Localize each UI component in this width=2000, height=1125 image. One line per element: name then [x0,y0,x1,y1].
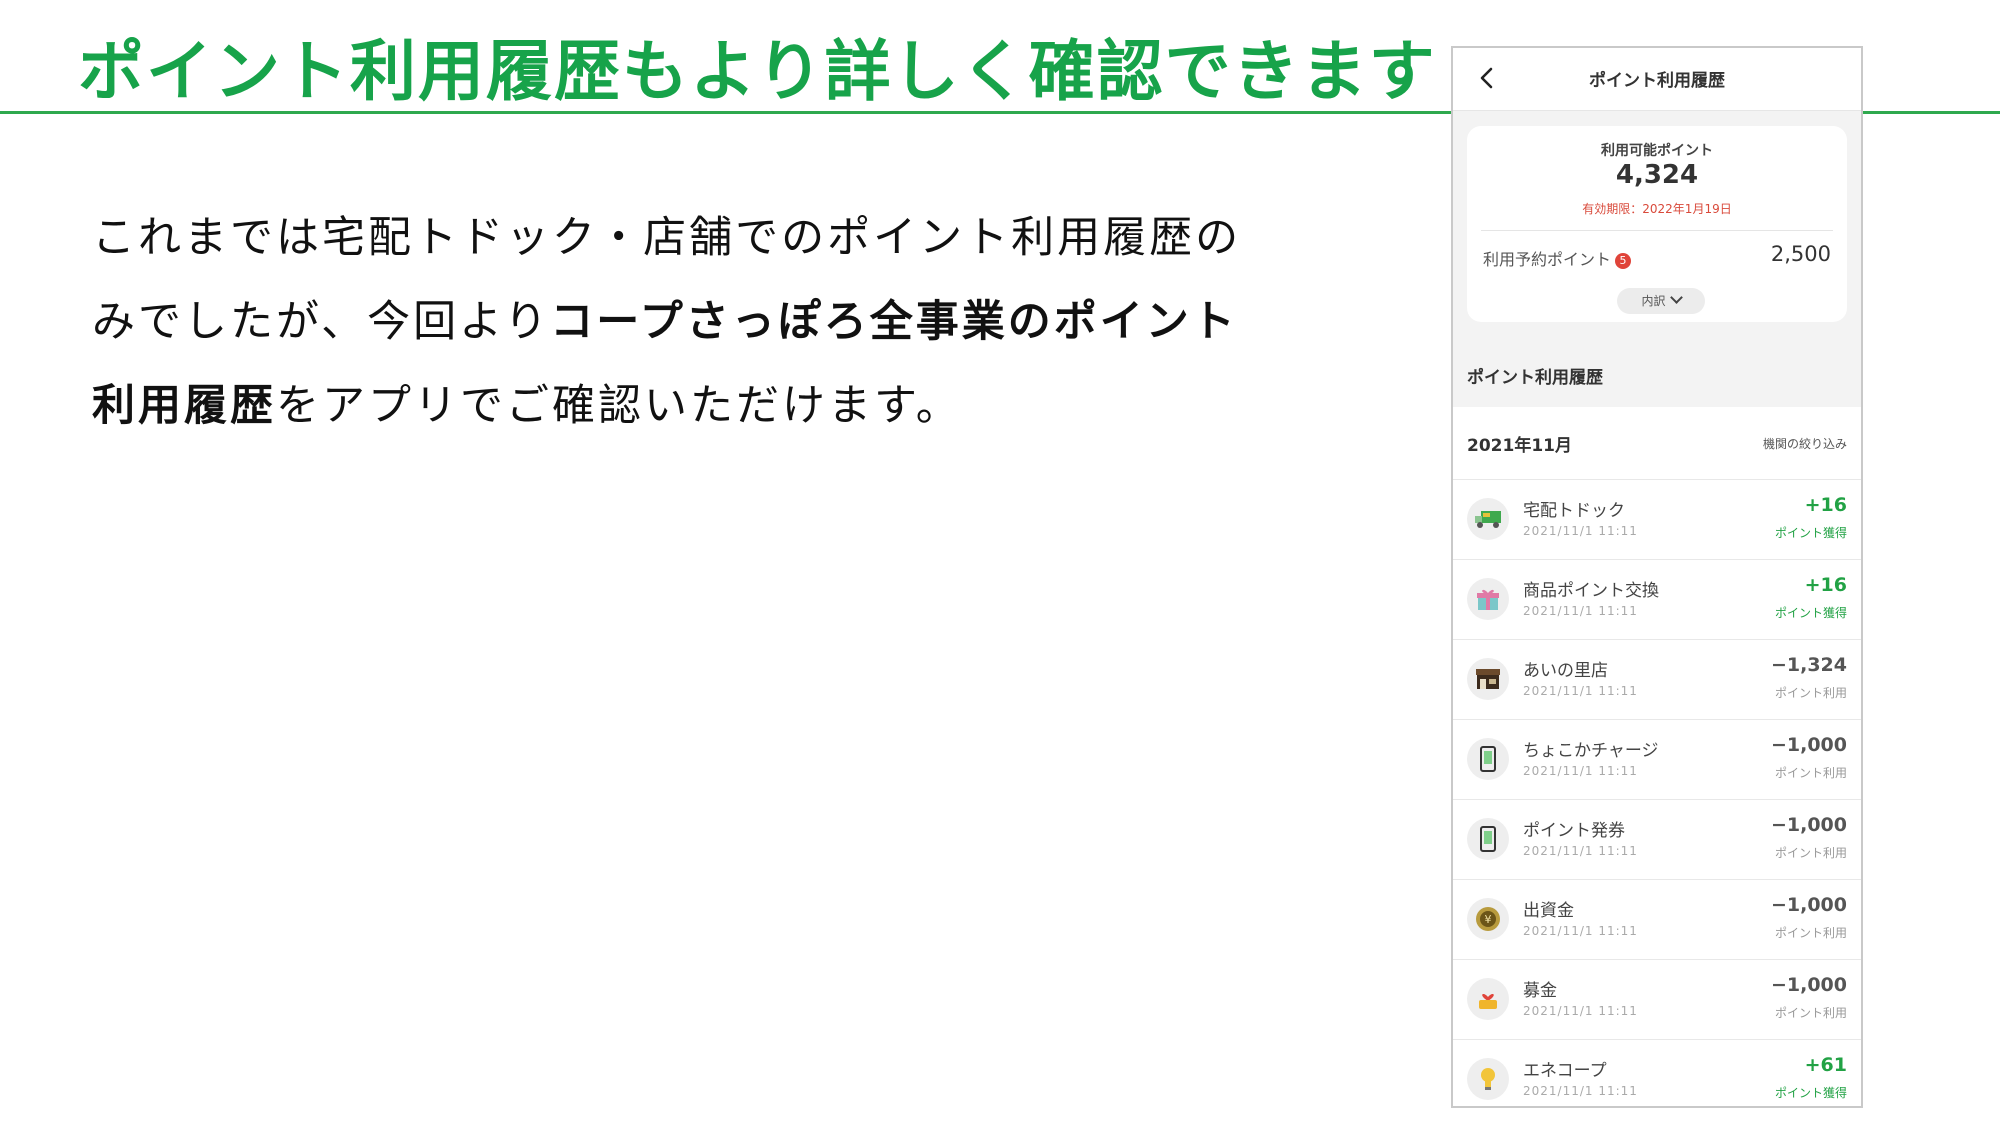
available-points-value: 4,324 [1615,160,1699,190]
body-line-2-text: みでしたが、今回より [92,297,551,347]
phone-screenshot: ポイント利用履歴 利用可能ポイント 4,324 有効期限：2022年1月19日 … [1451,46,1863,1108]
chevron-down-icon [1669,291,1683,304]
body-line-2-bold: コープさっぽろ全事業のポイント [550,297,1238,347]
history-row-date: 2021/11/1 11:11 [1523,684,1638,698]
points-summary-card: 利用可能ポイント 4,324 有効期限：2022年1月19日 利用予約ポイント 5… [1467,126,1847,322]
available-points-label: 利用可能ポイント [1601,143,1713,159]
history-row-amount: +16 [1804,574,1847,596]
app-header-title: ポイント利用履歴 [1589,71,1725,91]
history-row-date: 2021/11/1 11:11 [1523,924,1638,938]
body-line-1: これまでは宅配トドック・店舗でのポイント利用履歴の [92,213,1242,263]
history-row-date: 2021/11/1 11:11 [1523,524,1638,538]
breakdown-label: 内訳 [1641,294,1666,308]
yen-coin-icon: ¥ [1467,898,1509,940]
store-icon [1467,658,1509,700]
history-row-name: エネコープ [1523,1061,1607,1081]
smartphone-icon [1467,818,1509,860]
reserved-points-value: 2,500 [1770,242,1831,266]
history-row-name: 募金 [1523,981,1557,1001]
history-row-amount: −1,000 [1770,974,1847,996]
history-row-type: ポイント利用 [1774,926,1847,940]
history-row-type: ポイント獲得 [1774,1086,1847,1100]
history-row-date: 2021/11/1 11:11 [1523,604,1638,618]
history-row-name: 宅配トドック [1523,501,1625,521]
history-list: 2021年11月 機関の絞り込み 宅配トドック 2021/11/1 11:11 … [1453,407,1861,1106]
history-row[interactable]: 宅配トドック 2021/11/1 11:11 +16 ポイント獲得 [1453,480,1861,560]
app-header: ポイント利用履歴 [1453,48,1861,111]
history-row-type: ポイント利用 [1774,846,1847,860]
donation-icon [1467,978,1509,1020]
lightbulb-icon [1467,1058,1509,1100]
history-row-type: ポイント利用 [1774,1006,1847,1020]
history-row-amount: −1,000 [1770,814,1847,836]
filter-by-organization-link[interactable]: 機関の絞り込み [1763,435,1847,452]
slide-body: これまでは宅配トドック・店舗でのポイント利用履歴の みでしたが、今回よりコープさ… [92,196,1322,448]
history-row-type: ポイント利用 [1774,686,1847,700]
truck-icon [1467,498,1509,540]
body-line-3: 利用履歴をアプリでご確認いただけます。 [92,364,1322,448]
history-row[interactable]: ¥ 出資金 2021/11/1 11:11 −1,000 ポイント利用 [1453,880,1861,960]
history-row-name: ポイント発券 [1523,821,1625,841]
history-row-amount: +61 [1804,1054,1847,1076]
breakdown-toggle-button[interactable]: 内訳 [1617,288,1705,314]
history-row-type: ポイント獲得 [1774,526,1847,540]
history-row[interactable]: エネコープ 2021/11/1 11:11 +61 ポイント獲得 [1453,1040,1861,1106]
points-expiry: 有効期限：2022年1月19日 [1582,202,1732,216]
card-divider [1481,230,1833,231]
body-line-2: みでしたが、今回よりコープさっぽろ全事業のポイント [92,280,1322,364]
history-row-type: ポイント利用 [1774,766,1847,780]
history-row[interactable]: ちょこかチャージ 2021/11/1 11:11 −1,000 ポイント利用 [1453,720,1861,800]
reserved-points-label: 利用予約ポイント [1483,250,1612,269]
history-row-date: 2021/11/1 11:11 [1523,1084,1638,1098]
gift-icon [1467,578,1509,620]
history-section-title: ポイント利用履歴 [1467,368,1603,388]
history-row-name: 商品ポイント交換 [1523,581,1659,601]
history-row-type: ポイント獲得 [1774,606,1847,620]
history-row-date: 2021/11/1 11:11 [1523,764,1638,778]
history-row-name: ちょこかチャージ [1523,741,1659,761]
history-row-date: 2021/11/1 11:11 [1523,844,1638,858]
history-row-amount: −1,324 [1770,654,1847,676]
month-label: 2021年11月 [1467,436,1572,456]
slide-title: ポイント利用履歴もより詳しく確認できます [78,33,1437,110]
body-line-3-text: をアプリでご確認いただけます。 [276,381,962,431]
month-header: 2021年11月 機関の絞り込み [1453,407,1861,480]
history-row-name: あいの里店 [1523,661,1608,681]
body-line-3-bold: 利用履歴 [92,381,276,431]
history-row[interactable]: 募金 2021/11/1 11:11 −1,000 ポイント利用 [1453,960,1861,1040]
history-row[interactable]: あいの里店 2021/11/1 11:11 −1,324 ポイント利用 [1453,640,1861,720]
history-row-name: 出資金 [1523,901,1574,921]
history-row[interactable]: ポイント発券 2021/11/1 11:11 −1,000 ポイント利用 [1453,800,1861,880]
history-row-date: 2021/11/1 11:11 [1523,1004,1638,1018]
history-row-amount: +16 [1804,494,1847,516]
history-row[interactable]: 商品ポイント交換 2021/11/1 11:11 +16 ポイント獲得 [1453,560,1861,640]
reserved-points-row: 利用予約ポイント 5 [1483,246,1632,270]
history-row-amount: −1,000 [1770,894,1847,916]
smartphone-icon [1467,738,1509,780]
svg-text:¥: ¥ [1485,913,1492,926]
history-row-amount: −1,000 [1770,734,1847,756]
info-badge-icon[interactable]: 5 [1615,252,1632,269]
